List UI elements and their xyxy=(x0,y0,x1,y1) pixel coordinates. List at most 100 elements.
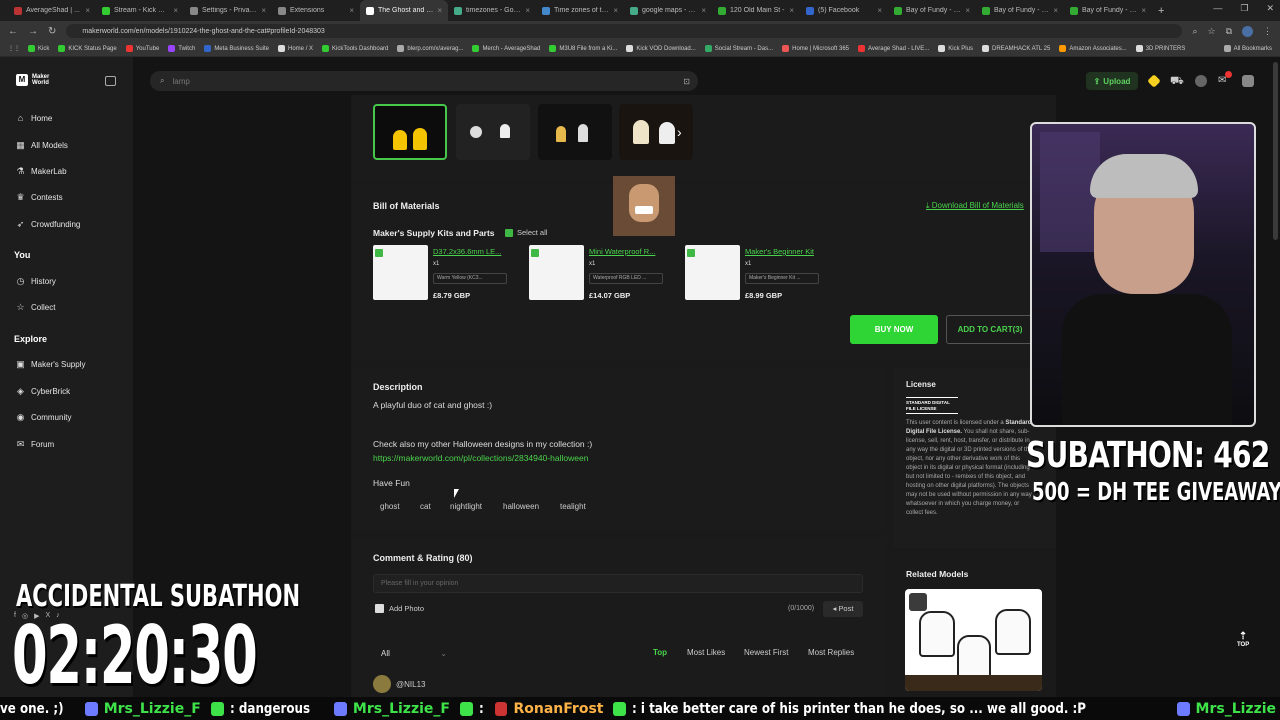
sidebar-item-crowdfunding[interactable]: ➶ Crowdfunding xyxy=(16,220,81,230)
browser-tab[interactable]: AverageShad | ... × xyxy=(8,0,96,21)
browser-tab[interactable]: timezones - Google × xyxy=(448,0,536,21)
bookmark-item[interactable]: Average Shad - LIVE... xyxy=(858,45,929,52)
browser-tab[interactable]: Settings - Privacy a × xyxy=(184,0,272,21)
gallery-thumb-3[interactable] xyxy=(538,104,612,160)
bookmark-item[interactable]: Home / X xyxy=(278,45,313,52)
add-to-cart-button[interactable]: ADD TO CART(3) xyxy=(946,315,1034,344)
tag-chip[interactable]: tealight xyxy=(560,500,586,513)
sidebar-item-all-models[interactable]: ▦ All Models xyxy=(16,141,68,151)
kit-variant-select[interactable]: Waterproof RGB LED ... xyxy=(589,273,663,284)
tab-close-icon[interactable]: × xyxy=(261,6,266,15)
bookmark-item[interactable]: Kick Plus xyxy=(938,45,973,52)
bookmark-item[interactable]: KICK Status Page xyxy=(58,45,117,52)
sidebar-item-history[interactable]: ◷ History xyxy=(16,277,56,287)
user-avatar[interactable] xyxy=(1242,75,1254,87)
sort-option[interactable]: Top xyxy=(653,648,667,657)
gallery-thumb-2[interactable] xyxy=(456,104,530,160)
browser-tab[interactable]: 120 Old Main St - × xyxy=(712,0,800,21)
tab-close-icon[interactable]: × xyxy=(525,6,530,15)
sidebar-item-cyberbrick[interactable]: ◈ CyberBrick xyxy=(16,387,70,397)
bookmark-star-icon[interactable]: ☆ xyxy=(1207,26,1215,37)
bookmark-item[interactable]: Meta Business Suite xyxy=(204,45,269,52)
browser-tab[interactable]: (5) Facebook × xyxy=(800,0,888,21)
tab-close-icon[interactable]: × xyxy=(789,6,794,15)
tab-close-icon[interactable]: × xyxy=(349,6,354,15)
tag-chip[interactable]: cat xyxy=(420,500,431,513)
upload-button[interactable]: ⇪ Upload xyxy=(1086,72,1138,90)
bookmark-item[interactable]: Kick xyxy=(28,45,49,52)
all-bookmarks-button[interactable]: All Bookmarks xyxy=(1223,45,1272,52)
kit-image[interactable] xyxy=(373,245,428,300)
kit-variant-select[interactable]: Warm Yellow (KC3... xyxy=(433,273,507,284)
kit-image[interactable] xyxy=(685,245,740,300)
back-to-top-button[interactable]: ⇡ TOP xyxy=(1237,631,1249,648)
bookmark-item[interactable]: DREAMHACK ATL 25 xyxy=(981,45,1050,52)
select-all-checkbox[interactable]: Select all xyxy=(505,228,547,237)
tab-close-icon[interactable]: × xyxy=(701,6,706,15)
bookmark-item[interactable]: blerp.com/x/averag... xyxy=(397,45,463,52)
tab-close-icon[interactable]: × xyxy=(613,6,618,15)
image-search-icon[interactable]: ⊡ xyxy=(683,77,690,86)
extensions-icon[interactable]: ⧉ xyxy=(1226,26,1232,37)
sidebar-item-contests[interactable]: ♛ Contests xyxy=(16,193,62,203)
bookmark-item[interactable]: 3D PRINTERS xyxy=(1135,45,1185,52)
tab-close-icon[interactable]: × xyxy=(85,6,90,15)
tag-chip[interactable]: ghost xyxy=(380,500,400,513)
tab-close-icon[interactable]: × xyxy=(877,6,882,15)
browser-tab[interactable]: Bay of Fundy - Goo × xyxy=(976,0,1064,21)
apps-icon[interactable]: ⋮⋮ xyxy=(8,45,20,52)
forward-icon[interactable]: → xyxy=(28,26,38,37)
sort-option[interactable]: Most Likes xyxy=(687,648,725,657)
tab-close-icon[interactable]: × xyxy=(1141,6,1146,15)
sort-option[interactable]: Most Replies xyxy=(808,648,854,657)
sidebar-item-forum[interactable]: ✉ Forum xyxy=(16,440,54,450)
browser-tab[interactable]: Extensions × xyxy=(272,0,360,21)
kit-image[interactable] xyxy=(529,245,584,300)
makerworld-logo[interactable]: M Maker World xyxy=(16,74,49,86)
tag-chip[interactable]: nightlight xyxy=(450,500,482,513)
kit-name-link[interactable]: Mini Waterproof R... xyxy=(589,247,655,256)
sidebar-collapse-icon[interactable] xyxy=(105,76,116,86)
browser-tab[interactable]: google maps - Goo × xyxy=(624,0,712,21)
tab-close-icon[interactable]: × xyxy=(173,6,178,15)
close-icon[interactable]: ✕ xyxy=(1266,3,1274,14)
reload-icon[interactable]: ↻ xyxy=(48,26,56,37)
kit-name-link[interactable]: Maker's Beginner Kit xyxy=(745,247,814,256)
gallery-next-icon[interactable]: › xyxy=(677,124,682,140)
kit-checkbox-icon[interactable] xyxy=(687,249,695,257)
credits-icon[interactable] xyxy=(1147,74,1161,88)
zoom-icon[interactable]: ⌕ xyxy=(1192,26,1197,37)
kit-name-link[interactable]: D37.2x36.6mm LE... xyxy=(433,247,501,256)
sidebar-item-home[interactable]: ⌂ Home xyxy=(16,114,53,124)
comment-input[interactable]: Please fill in your opinion xyxy=(373,574,863,593)
sort-option[interactable]: Newest First xyxy=(744,648,788,657)
bookmark-item[interactable]: Kick VOD Download... xyxy=(626,45,696,52)
post-button[interactable]: ◂ Post xyxy=(823,601,863,617)
maximize-icon[interactable]: ❐ xyxy=(1240,3,1248,14)
tab-close-icon[interactable]: × xyxy=(437,6,442,15)
comment-filter-select[interactable]: All ⌄ xyxy=(373,645,453,662)
browser-tab[interactable]: Bay of Fundy - Goo × xyxy=(1064,0,1152,21)
menu-icon[interactable]: ⋮ xyxy=(1263,26,1272,37)
bookmark-item[interactable]: Home | Microsoft 365 xyxy=(782,45,849,52)
bookmark-item[interactable]: Social Stream - Das... xyxy=(704,45,773,52)
download-bom-link[interactable]: ⤓ Download Bill of Materials xyxy=(926,201,1024,211)
sidebar-item-makerlab[interactable]: ⚗ MakerLab xyxy=(16,167,66,177)
browser-tab[interactable]: Stream - Kick Dash × xyxy=(96,0,184,21)
tab-close-icon[interactable]: × xyxy=(1053,6,1058,15)
tag-chip[interactable]: halloween xyxy=(503,500,539,513)
search-input[interactable]: ⌕ lamp ⊡ xyxy=(150,71,698,91)
cart-icon[interactable]: ⛟ xyxy=(1170,75,1184,87)
notifications-icon[interactable]: ✉ xyxy=(1218,71,1232,87)
bookmark-item[interactable]: Merch - AverageShad xyxy=(472,45,540,52)
url-field[interactable]: makerworld.com/en/models/1910224-the-gho… xyxy=(66,24,1183,38)
gallery-thumb-1[interactable] xyxy=(373,104,447,160)
new-tab-button[interactable]: + xyxy=(1158,5,1164,17)
bookmark-item[interactable]: Amazon Associates... xyxy=(1059,45,1127,52)
kit-checkbox-icon[interactable] xyxy=(531,249,539,257)
browser-tab[interactable]: Bay of Fundy - Goo × xyxy=(888,0,976,21)
globe-icon[interactable] xyxy=(1195,75,1207,87)
bookmark-item[interactable]: KickTools Dashboard xyxy=(322,45,388,52)
scrollbar[interactable] xyxy=(1273,62,1278,240)
browser-tab[interactable]: Time zones of the × xyxy=(536,0,624,21)
